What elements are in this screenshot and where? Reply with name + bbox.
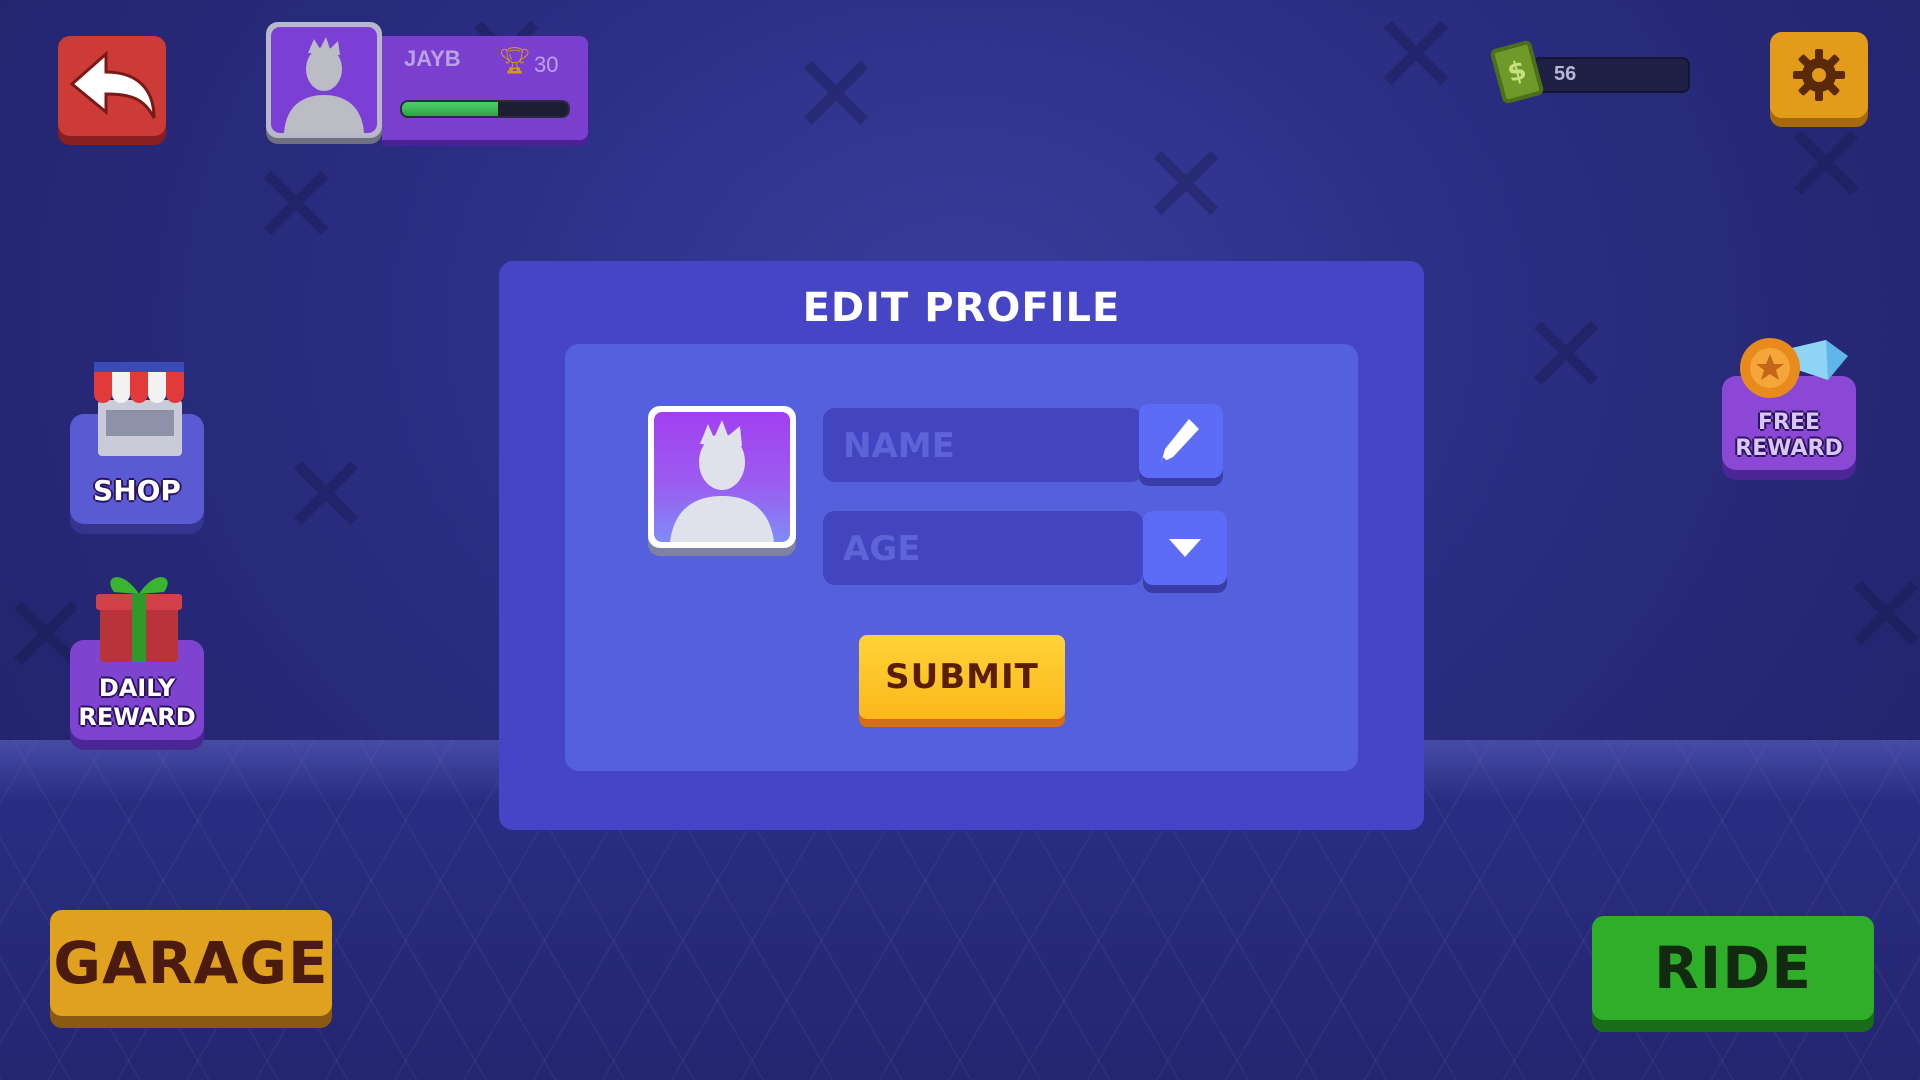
modal-title: EDIT PROFILE xyxy=(802,285,1121,331)
daily-reward-button[interactable]: DAILY REWARD xyxy=(70,577,204,740)
xp-progress-bar xyxy=(400,100,570,118)
submit-button[interactable]: SUBMIT xyxy=(859,635,1065,719)
age-dropdown-button[interactable] xyxy=(1143,511,1227,585)
cash-icon: $ xyxy=(1489,39,1545,105)
name-placeholder: NAME xyxy=(843,426,955,466)
free-reward-button[interactable]: FREE REWARD xyxy=(1722,338,1856,470)
settings-button[interactable] xyxy=(1770,32,1868,118)
coin-gem-icon xyxy=(1740,338,1848,398)
bg-decor: ✕ xyxy=(790,31,883,159)
bg-decor: ✕ xyxy=(1520,291,1613,419)
free-reward-label-2: REWARD xyxy=(1735,436,1843,461)
player-info-panel: JAYB 🏆︎ 30 xyxy=(382,36,588,140)
gear-icon xyxy=(1793,49,1845,101)
age-placeholder: AGE xyxy=(843,529,921,569)
modal-content: NAME AGE SUBMIT xyxy=(565,344,1358,771)
bg-decor: ✕ xyxy=(280,431,373,559)
bg-decor: ✕ xyxy=(250,141,343,269)
bg-decor: ✕ xyxy=(1780,101,1873,229)
edit-profile-modal: EDIT PROFILE NAME AGE SUBMIT xyxy=(499,261,1424,830)
edit-name-button[interactable] xyxy=(1139,404,1223,478)
back-button[interactable] xyxy=(58,36,166,136)
player-name: JAYB xyxy=(404,46,461,71)
shop-stall-icon xyxy=(94,362,184,456)
age-field[interactable]: AGE xyxy=(823,511,1143,585)
gift-icon xyxy=(96,577,182,662)
avatar-silhouette-icon xyxy=(670,420,774,542)
xp-progress-fill xyxy=(402,102,499,116)
shop-label: SHOP xyxy=(93,474,181,507)
daily-reward-label-1: DAILY xyxy=(98,674,176,702)
garage-label: GARAGE xyxy=(53,929,329,997)
garage-button[interactable]: GARAGE xyxy=(50,910,332,1016)
free-reward-label-1: FREE xyxy=(1757,410,1821,435)
chevron-down-icon xyxy=(1169,539,1201,557)
player-avatar[interactable] xyxy=(266,22,382,138)
ride-button[interactable]: RIDE xyxy=(1592,916,1874,1020)
back-arrow-icon xyxy=(69,50,156,119)
trophy-icon: 🏆︎ xyxy=(498,46,532,76)
currency-bar: 56 xyxy=(1532,57,1690,93)
bg-decor: ✕ xyxy=(1140,121,1233,249)
profile-avatar[interactable] xyxy=(648,406,796,548)
bg-decor: ✕ xyxy=(1840,551,1920,679)
name-field[interactable]: NAME xyxy=(823,408,1143,482)
currency-value: 56 xyxy=(1554,63,1577,85)
player-silhouette-icon xyxy=(284,37,364,133)
ride-label: RIDE xyxy=(1653,934,1812,1002)
trophy-count: 30 xyxy=(534,52,559,77)
pencil-icon xyxy=(1161,419,1199,463)
shop-button[interactable]: SHOP xyxy=(70,362,204,524)
daily-reward-label-2: REWARD xyxy=(78,703,196,731)
submit-label: SUBMIT xyxy=(885,657,1039,697)
bg-decor: ✕ xyxy=(1370,0,1463,119)
